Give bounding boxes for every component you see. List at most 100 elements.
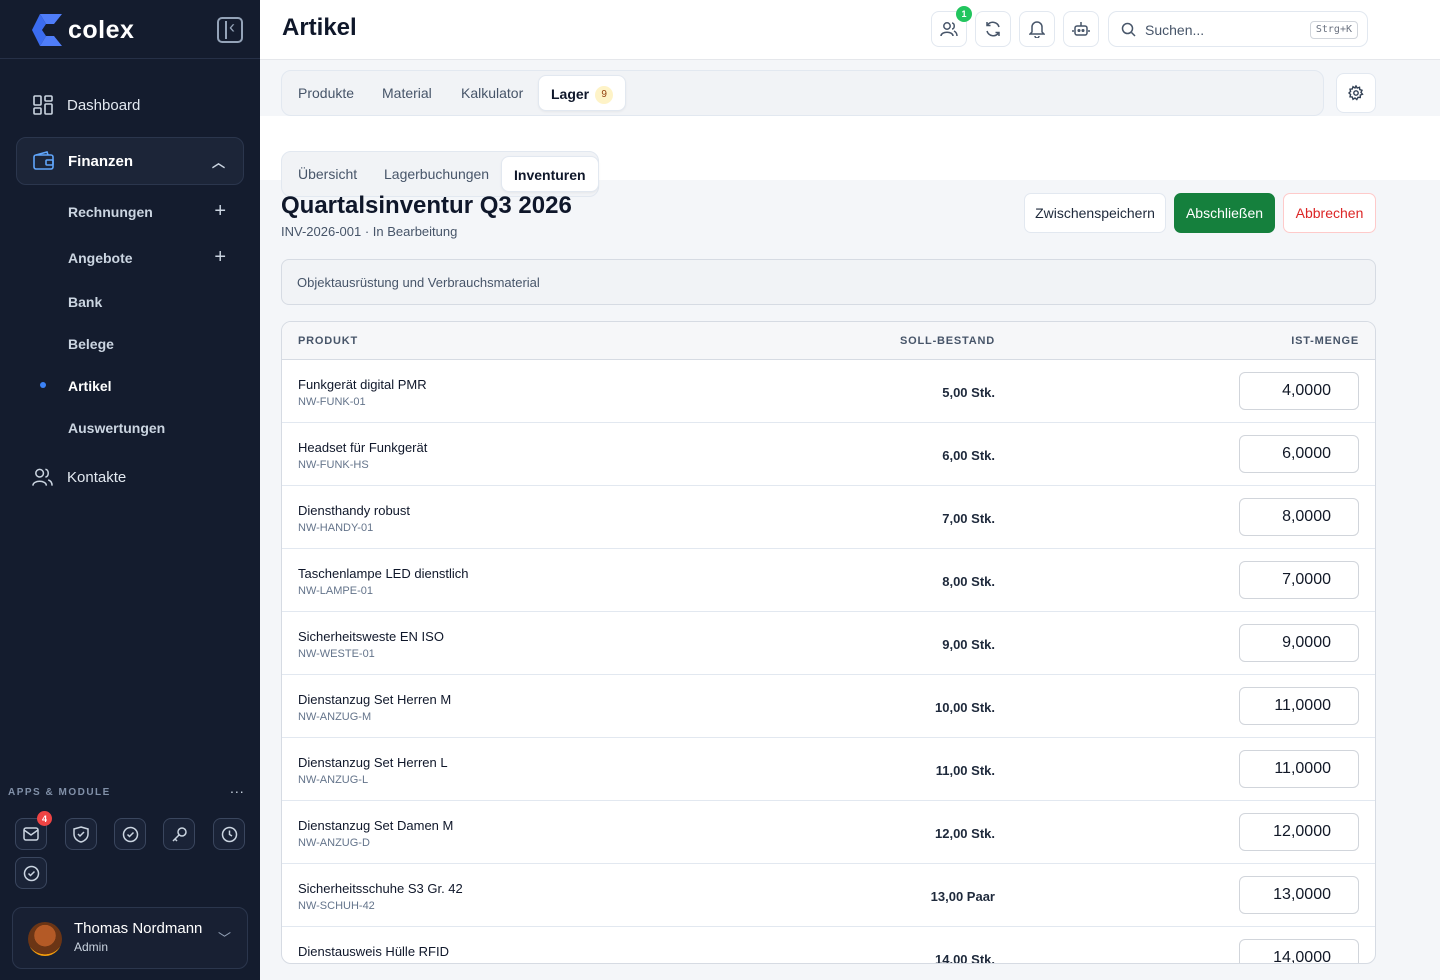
mail-icon — [23, 827, 39, 841]
search-icon — [1121, 22, 1136, 37]
table-row: Dienstanzug Set Damen M NW-ANZUG-D 12,00 S… — [282, 801, 1375, 864]
actual-quantity-input[interactable] — [1239, 687, 1359, 725]
product-sku: NW-SCHUH-42 — [298, 900, 375, 912]
tab-kalkulator[interactable]: Kalkulator — [461, 71, 523, 115]
product-sku: NW-FUNK-01 — [298, 396, 366, 408]
product-name: Diensthandy robust — [298, 503, 411, 518]
table-row: Dienstanzug Set Herren M NW-ANZUG-M 10,00 … — [282, 675, 1375, 738]
search-box[interactable]: Strg+K — [1108, 11, 1368, 47]
sidebar-item-label: Rechnungen — [68, 204, 153, 220]
actual-quantity-input[interactable] — [1239, 372, 1359, 410]
product-name: Headset für Funkgerät — [298, 440, 428, 455]
actual-quantity-input[interactable] — [1239, 939, 1359, 963]
column-header-product: PRODUKT — [298, 335, 358, 347]
app-security-button[interactable] — [65, 818, 97, 850]
settings-button[interactable] — [1336, 73, 1376, 113]
sidebar-collapse-icon[interactable] — [217, 17, 243, 43]
sidebar-item-label: Finanzen — [68, 152, 134, 170]
app-approval-button[interactable] — [15, 857, 47, 889]
active-indicator-dot — [40, 382, 46, 388]
plus-icon[interactable]: + — [214, 246, 226, 269]
column-header-target: SOLL-BESTAND — [900, 335, 995, 347]
target-stock: 11,00 Stk. — [935, 763, 995, 778]
sidebar-item-label: Dashboard — [67, 96, 141, 114]
table-row: Dienstanzug Set Herren L NW-ANZUG-L 11,00 … — [282, 738, 1375, 801]
sidebar-item-dashboard[interactable]: Dashboard — [16, 81, 244, 129]
page-title: Artikel — [282, 14, 357, 41]
secondary-tabs: Übersicht Lagerbuchungen Inventuren — [281, 151, 599, 197]
product-sku: NW-HANDY-01 — [298, 522, 374, 534]
sidebar-item-artikel[interactable]: Artikel — [68, 378, 244, 402]
refresh-button[interactable] — [975, 11, 1011, 47]
chevron-down-icon: ﹀ — [217, 931, 231, 946]
user-menu[interactable]: Thomas Nordmann Admin ﹀ — [12, 907, 248, 969]
clock-icon — [221, 826, 237, 842]
table-row: Taschenlampe LED dienstlich NW-LAMPE-01 8,… — [282, 549, 1375, 612]
actual-quantity-input[interactable] — [1239, 624, 1359, 662]
sidebar-item-label: Angebote — [68, 250, 133, 266]
plus-icon[interactable]: + — [214, 200, 226, 223]
refresh-icon — [986, 21, 1000, 37]
sidebar-item-bank[interactable]: Bank — [68, 294, 244, 318]
sidebar: colex Dashboard Finanzen ︿ Rechnungen + … — [0, 0, 260, 980]
logo[interactable]: colex — [32, 14, 134, 46]
tab-label: Lager — [551, 86, 590, 102]
actual-quantity-input[interactable] — [1239, 813, 1359, 851]
chevron-up-icon[interactable]: ︿ — [212, 152, 225, 171]
actual-quantity-input[interactable] — [1239, 561, 1359, 599]
product-sku: NW-ANZUG-L — [298, 774, 369, 786]
sidebar-item-finanzen[interactable]: Finanzen ︿ — [16, 137, 244, 185]
more-icon[interactable]: ... — [230, 780, 245, 796]
tab-lagerbuchungen[interactable]: Lagerbuchungen — [384, 152, 489, 196]
inventory-title: Quartalsinventur Q3 2026 — [281, 192, 572, 219]
sidebar-item-rechnungen[interactable]: Rechnungen + — [68, 200, 244, 228]
inventory-table: PRODUKT SOLL-BESTAND IST-MENGE Funkgerät… — [281, 321, 1376, 964]
actual-quantity-input[interactable] — [1239, 498, 1359, 536]
assistant-button[interactable] — [1063, 11, 1099, 47]
app-keys-button[interactable] — [163, 818, 195, 850]
notifications-button[interactable] — [1019, 11, 1055, 47]
tab-produkte[interactable]: Produkte — [298, 71, 354, 115]
app-tasks-button[interactable] — [114, 818, 146, 850]
sidebar-item-angebote[interactable]: Angebote + — [68, 246, 244, 274]
check-circle-icon — [23, 865, 39, 881]
mail-badge: 4 — [37, 811, 52, 826]
tab-material[interactable]: Material — [382, 71, 432, 115]
target-stock: 8,00 Stk. — [942, 574, 995, 589]
sidebar-item-auswertungen[interactable]: Auswertungen — [68, 420, 244, 444]
team-button[interactable]: 1 — [931, 6, 972, 47]
product-name: Taschenlampe LED dienstlich — [298, 566, 469, 581]
actual-quantity-input[interactable] — [1239, 876, 1359, 914]
table-header: PRODUKT SOLL-BESTAND IST-MENGE — [282, 322, 1375, 360]
product-sku: NW-ANZUG-D — [298, 837, 370, 849]
column-header-actual: IST-MENGE — [1291, 335, 1359, 347]
target-stock: 7,00 Stk. — [942, 511, 995, 526]
sidebar-item-label: Belege — [68, 336, 114, 352]
finish-button[interactable]: Abschließen — [1174, 193, 1275, 233]
actual-quantity-input[interactable] — [1239, 750, 1359, 788]
product-name: Sicherheitsschuhe S3 Gr. 42 — [298, 881, 463, 896]
app-mail-button[interactable]: 4 — [15, 811, 52, 850]
sidebar-item-kontakte[interactable]: Kontakte — [16, 453, 244, 501]
search-input[interactable] — [1145, 20, 1295, 40]
table-row: Diensthandy robust NW-HANDY-01 7,00 Stk. — [282, 486, 1375, 549]
sidebar-item-belege[interactable]: Belege — [68, 336, 244, 360]
bell-icon — [1029, 21, 1045, 38]
cancel-button[interactable]: Abbrechen — [1283, 193, 1376, 233]
inventory-subtitle: INV-2026-001 · In Bearbeitung — [281, 224, 458, 239]
avatar — [28, 922, 62, 956]
product-sku: NW-ANZUG-M — [298, 711, 372, 723]
actual-quantity-input[interactable] — [1239, 435, 1359, 473]
tab-lager[interactable]: Lager 9 — [538, 75, 627, 111]
table-row: Sicherheitsweste EN ISO NW-WESTE-01 9,00 S… — [282, 612, 1375, 675]
tab-uebersicht[interactable]: Übersicht — [298, 152, 357, 196]
app-time-button[interactable] — [213, 818, 245, 850]
save-draft-button[interactable]: Zwischenspeichern — [1024, 193, 1166, 233]
team-badge: 1 — [956, 6, 972, 22]
check-circle-icon — [122, 826, 138, 842]
table-row: Sicherheitsschuhe S3 Gr. 42 NW-SCHUH-42 13… — [282, 864, 1375, 927]
primary-tabs: Produkte Material Kalkulator Lager 9 — [281, 70, 1324, 116]
target-stock: 12,00 Stk. — [935, 826, 995, 841]
description-text: Objektausrüstung und Verbrauchsmaterial — [297, 275, 540, 290]
tab-inventuren[interactable]: Inventuren — [501, 156, 599, 192]
